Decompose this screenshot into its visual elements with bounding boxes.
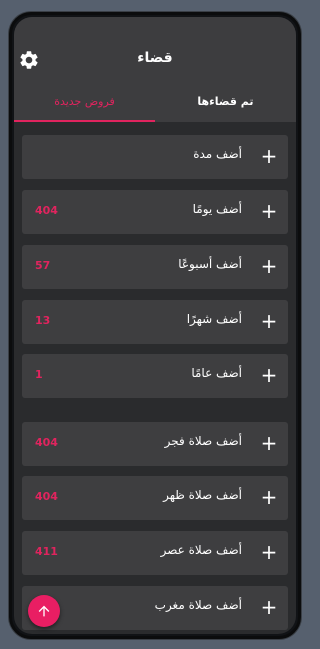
- add-year-row[interactable]: + أضف عامًا 1: [22, 354, 288, 398]
- arrow-up-icon: [38, 605, 50, 617]
- row-label: أضف مدة: [193, 147, 242, 161]
- plus-icon[interactable]: +: [260, 200, 278, 222]
- row-count: 404: [35, 490, 58, 503]
- tab-bar: فروض جديدة تم قضاءها: [14, 89, 296, 122]
- scroll-top-button[interactable]: [28, 595, 60, 627]
- tab-completed[interactable]: تم قضاءها: [155, 89, 296, 122]
- row-label: أضف صلاة مغرب: [154, 598, 242, 612]
- plus-icon[interactable]: +: [260, 310, 278, 332]
- row-label: أضف يومًا: [192, 202, 242, 216]
- row-label: أضف شهرًا: [186, 312, 242, 326]
- add-fajr-row[interactable]: + أضف صلاة فجر 404: [22, 422, 288, 466]
- add-period-row[interactable]: + أضف مدة: [22, 135, 288, 179]
- plus-icon[interactable]: +: [260, 596, 278, 618]
- row-label: أضف عامًا: [191, 366, 242, 380]
- plus-icon[interactable]: +: [260, 432, 278, 454]
- add-asr-row[interactable]: + أضف صلاة عصر 411: [22, 531, 288, 575]
- plus-icon[interactable]: +: [260, 255, 278, 277]
- tab-new-obligations[interactable]: فروض جديدة: [14, 89, 155, 122]
- plus-icon[interactable]: +: [260, 145, 278, 167]
- row-count: 404: [35, 436, 58, 449]
- add-maghrib-row[interactable]: + أضف صلاة مغرب: [22, 586, 288, 630]
- row-count: 1: [35, 368, 43, 381]
- add-month-row[interactable]: + أضف شهرًا 13: [22, 300, 288, 344]
- plus-icon[interactable]: +: [260, 364, 278, 386]
- row-label: أضف صلاة فجر: [164, 434, 242, 448]
- add-week-row[interactable]: + أضف أسبوعًا 57: [22, 245, 288, 289]
- plus-icon[interactable]: +: [260, 486, 278, 508]
- app-screen: قضاء فروض جديدة تم قضاءها + أضف مدة + أض…: [14, 17, 296, 634]
- row-count: 404: [35, 204, 58, 217]
- add-dhuhr-row[interactable]: + أضف صلاة ظهر 404: [22, 476, 288, 520]
- app-bar: قضاء فروض جديدة تم قضاءها: [14, 17, 296, 122]
- row-count: 13: [35, 314, 51, 327]
- row-label: أضف أسبوعًا: [178, 257, 242, 271]
- add-day-row[interactable]: + أضف يومًا 404: [22, 190, 288, 234]
- page-title: قضاء: [137, 50, 173, 66]
- row-label: أضف صلاة عصر: [160, 543, 242, 557]
- phone-frame: قضاء فروض جديدة تم قضاءها + أضف مدة + أض…: [9, 12, 301, 639]
- row-count: 57: [35, 259, 51, 272]
- row-label: أضف صلاة ظهر: [163, 488, 242, 502]
- row-count: 411: [35, 545, 58, 558]
- plus-icon[interactable]: +: [260, 541, 278, 563]
